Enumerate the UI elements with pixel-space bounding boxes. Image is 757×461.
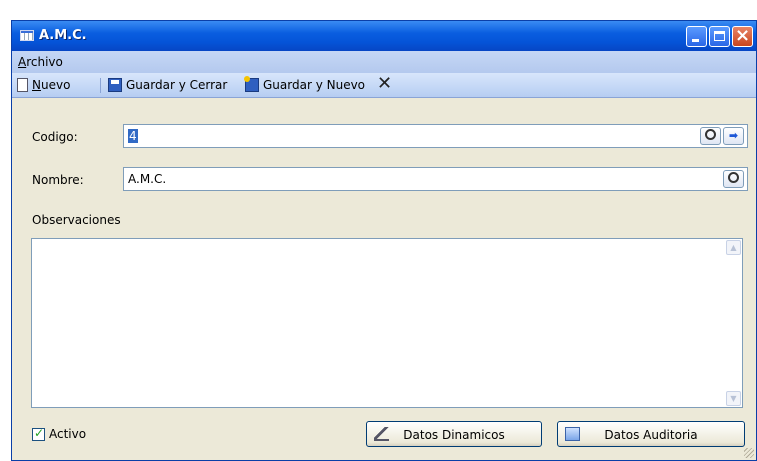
scroll-up-button[interactable]: ▲ (726, 240, 741, 255)
codigo-search-button[interactable] (700, 127, 721, 145)
resize-grip[interactable] (744, 448, 754, 458)
toolbar: Nuevo Guardar y Cerrar Guardar y Nuevo ✕ (12, 73, 756, 98)
guardar-cerrar-button[interactable]: Guardar y Cerrar (108, 77, 227, 93)
chevron-down-icon: ▼ (730, 394, 737, 403)
nombre-value: A.M.C. (128, 172, 167, 186)
menu-archivo[interactable]: Archivo (18, 55, 63, 69)
codigo-value: 4 (128, 129, 138, 143)
title-bar[interactable]: A.M.C. × (12, 21, 756, 51)
table-icon (20, 30, 34, 41)
vertical-scrollbar[interactable]: ▲ ▼ (725, 239, 742, 407)
nombre-search-button[interactable] (723, 170, 744, 188)
codigo-next-button[interactable]: ➡ (723, 127, 744, 145)
activo-label: Activo (49, 427, 87, 441)
codigo-field[interactable]: 4 ➡ (123, 124, 748, 148)
close-icon: × (734, 25, 751, 46)
search-icon (705, 129, 716, 140)
window-title: A.M.C. (39, 28, 87, 43)
arrow-right-icon: ➡ (728, 129, 739, 142)
close-button[interactable]: × (732, 25, 753, 47)
maximize-button[interactable] (709, 26, 730, 47)
cancel-x-button[interactable]: ✕ (377, 75, 392, 93)
menu-bar: Archivo (12, 51, 756, 73)
nuevo-button[interactable]: Nuevo (17, 77, 70, 93)
maximize-icon (714, 31, 725, 41)
search-icon (728, 172, 739, 183)
checkmark-icon: ✓ (34, 426, 45, 440)
minimize-button[interactable] (686, 26, 707, 47)
amc-window: A.M.C. × Archivo Nuevo Guardar y Cerrar … (11, 20, 757, 461)
toolbar-separator (100, 78, 101, 93)
chevron-up-icon: ▲ (730, 243, 737, 252)
nombre-field[interactable]: A.M.C. (123, 167, 748, 191)
codigo-label: Codigo: (32, 130, 78, 144)
nombre-label: Nombre: (32, 173, 84, 187)
activo-checkbox[interactable]: ✓ (32, 426, 45, 441)
guardar-nuevo-button[interactable]: Guardar y Nuevo (244, 76, 365, 93)
new-document-icon (17, 78, 28, 92)
minimize-icon (692, 39, 699, 42)
save-icon (108, 78, 122, 92)
observaciones-label: Observaciones (32, 213, 121, 227)
save-new-icon (244, 76, 259, 92)
scroll-down-button[interactable]: ▼ (726, 391, 741, 406)
observaciones-textarea[interactable]: ▲ ▼ (31, 238, 743, 408)
datos-dinamicos-button[interactable]: Datos Dinamicos (366, 421, 542, 447)
datos-auditoria-button[interactable]: Datos Auditoria (557, 421, 745, 447)
